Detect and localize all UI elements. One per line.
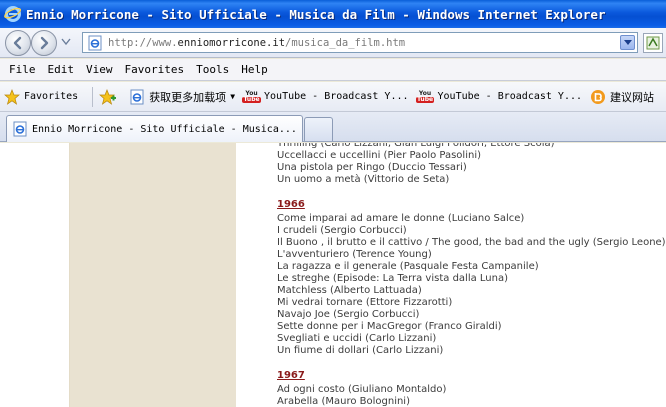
favorites-item-youtube-2[interactable]: You Tube YouTube - Broadcast Y... xyxy=(415,88,583,105)
film-entry: Uccellacci e uccellini (Pier Paolo Pasol… xyxy=(277,150,481,161)
youtube-icon-tube-text: Tube xyxy=(415,95,435,103)
menu-edit[interactable]: Edit xyxy=(42,63,81,76)
tab-bar: Ennio Morricone - Sito Ufficiale - Music… xyxy=(0,112,666,142)
menu-help[interactable]: Help xyxy=(235,63,274,76)
youtube-icon-tube-text: Tube xyxy=(242,95,261,103)
favorites-separator xyxy=(92,86,94,107)
back-button[interactable] xyxy=(5,30,31,56)
favorites-item-label: 建议网站 xyxy=(610,90,655,104)
film-entry: I crudeli (Sergio Corbucci) xyxy=(277,225,407,236)
film-entry: Mi vedrai tornare (Ettore Fizzarotti) xyxy=(277,297,453,308)
tab-enniomorricone[interactable]: Ennio Morricone - Sito Ufficiale - Music… xyxy=(6,115,303,142)
page-icon xyxy=(88,35,102,50)
page-sidebar xyxy=(70,143,236,407)
menu-view[interactable]: View xyxy=(80,63,119,76)
youtube-icon: You Tube xyxy=(242,88,261,105)
favorites-star-icon xyxy=(4,88,20,105)
youtube-icon: You Tube xyxy=(415,88,435,105)
film-entry: Arabella (Mauro Bolognini) xyxy=(277,396,410,407)
year-heading-link[interactable]: 1966 xyxy=(277,199,666,211)
favorites-bar: Favorites 获取更多加载项 ▼ You Tube YouTube - B… xyxy=(0,82,666,112)
add-favorite-star-icon xyxy=(99,88,117,105)
film-entry: Ad ogni costo (Giuliano Montaldo) xyxy=(277,384,447,395)
new-tab-button[interactable] xyxy=(304,117,333,141)
favorites-item-suggested-sites[interactable]: 建议网站 xyxy=(590,89,654,105)
film-entry: Sette donne per i MacGregor (Franco Gira… xyxy=(277,321,502,332)
address-dropdown-button[interactable] xyxy=(620,35,635,50)
favorites-item-label: YouTube - Broadcast Y... xyxy=(264,91,409,102)
film-entry: L'avventuriero (Terence Young) xyxy=(277,249,432,260)
page-left-margin xyxy=(0,143,70,407)
film-entry: Come imparai ad amare le donne (Luciano … xyxy=(277,213,525,224)
ie-page-icon xyxy=(13,121,27,137)
address-bar[interactable]: http://www.enniomorricone.it/musica_da_f… xyxy=(82,32,638,53)
film-entry: Matchless (Alberto Lattuada) xyxy=(277,285,422,296)
film-entry: Navajo Joe (Sergio Corbucci) xyxy=(277,309,420,320)
recent-pages-dropdown-icon[interactable] xyxy=(61,38,71,46)
favorites-label: Favorites xyxy=(24,91,79,102)
url-scheme: http://www. xyxy=(108,36,178,49)
url-path: /musica_da_film.htm xyxy=(285,36,406,49)
forward-arrow-icon xyxy=(40,36,49,50)
add-to-favorites-bar-button[interactable] xyxy=(99,88,121,105)
film-entry: Le streghe (Episode: La Terra vista dall… xyxy=(277,273,509,284)
favorites-item-label: 获取更多加载项 xyxy=(149,90,227,104)
chevron-down-icon[interactable]: ▼ xyxy=(230,92,235,101)
film-entry: La ragazza e il generale (Pasquale Festa… xyxy=(277,261,539,272)
internet-explorer-icon xyxy=(4,6,22,22)
menu-bar: File Edit View Favorites Tools Help xyxy=(0,59,666,81)
url-host: enniomorricone.it xyxy=(177,36,286,49)
address-url[interactable]: http://www.enniomorricone.it/musica_da_f… xyxy=(108,37,405,49)
menu-file[interactable]: File xyxy=(3,63,42,76)
menu-tools[interactable]: Tools xyxy=(190,63,235,76)
window-title: Ennio Morricone - Sito Ufficiale - Music… xyxy=(26,6,606,22)
page-content: Thrilling (Carlo Lizzani, Gian Luigi Pol… xyxy=(0,143,666,407)
ie-page-icon xyxy=(130,89,144,104)
favorites-button[interactable]: Favorites xyxy=(4,88,79,105)
compatibility-view-icon xyxy=(646,36,660,50)
forward-button[interactable] xyxy=(31,30,57,56)
year-heading-link[interactable]: 1967 xyxy=(277,370,666,382)
suggested-sites-icon xyxy=(591,89,606,104)
navigation-bar: http://www.enniomorricone.it/musica_da_f… xyxy=(0,28,666,58)
tab-label: Ennio Morricone - Sito Ufficiale - Music… xyxy=(32,123,297,135)
chevron-down-icon xyxy=(624,40,632,45)
film-entry: Un fiume di dollari (Carlo Lizzani) xyxy=(277,345,444,356)
favorites-item-label: YouTube - Broadcast Y... xyxy=(437,91,583,102)
filmography-list: Thrilling (Carlo Lizzani, Gian Luigi Pol… xyxy=(277,143,666,407)
title-bar[interactable]: Ennio Morricone - Sito Ufficiale - Music… xyxy=(0,0,666,28)
compatibility-view-button[interactable] xyxy=(643,33,663,53)
favorites-item-youtube-1[interactable]: You Tube YouTube - Broadcast Y... xyxy=(242,88,409,105)
film-entry: Un uomo a metà (Vittorio de Seta) xyxy=(277,174,450,185)
film-entry: Svegliati e uccidi (Carlo Lizzani) xyxy=(277,333,437,344)
menu-favorites[interactable]: Favorites xyxy=(119,63,191,76)
back-arrow-icon xyxy=(13,36,22,50)
film-entry: Il Buono , il brutto e il cattivo / The … xyxy=(277,237,666,248)
page-spacer xyxy=(236,143,266,407)
film-entry: Una pistola per Ringo (Duccio Tessari) xyxy=(277,162,467,173)
film-entry: Thrilling (Carlo Lizzani, Gian Luigi Pol… xyxy=(277,143,555,149)
favorites-item-addons[interactable]: 获取更多加载项 ▼ xyxy=(129,89,235,105)
